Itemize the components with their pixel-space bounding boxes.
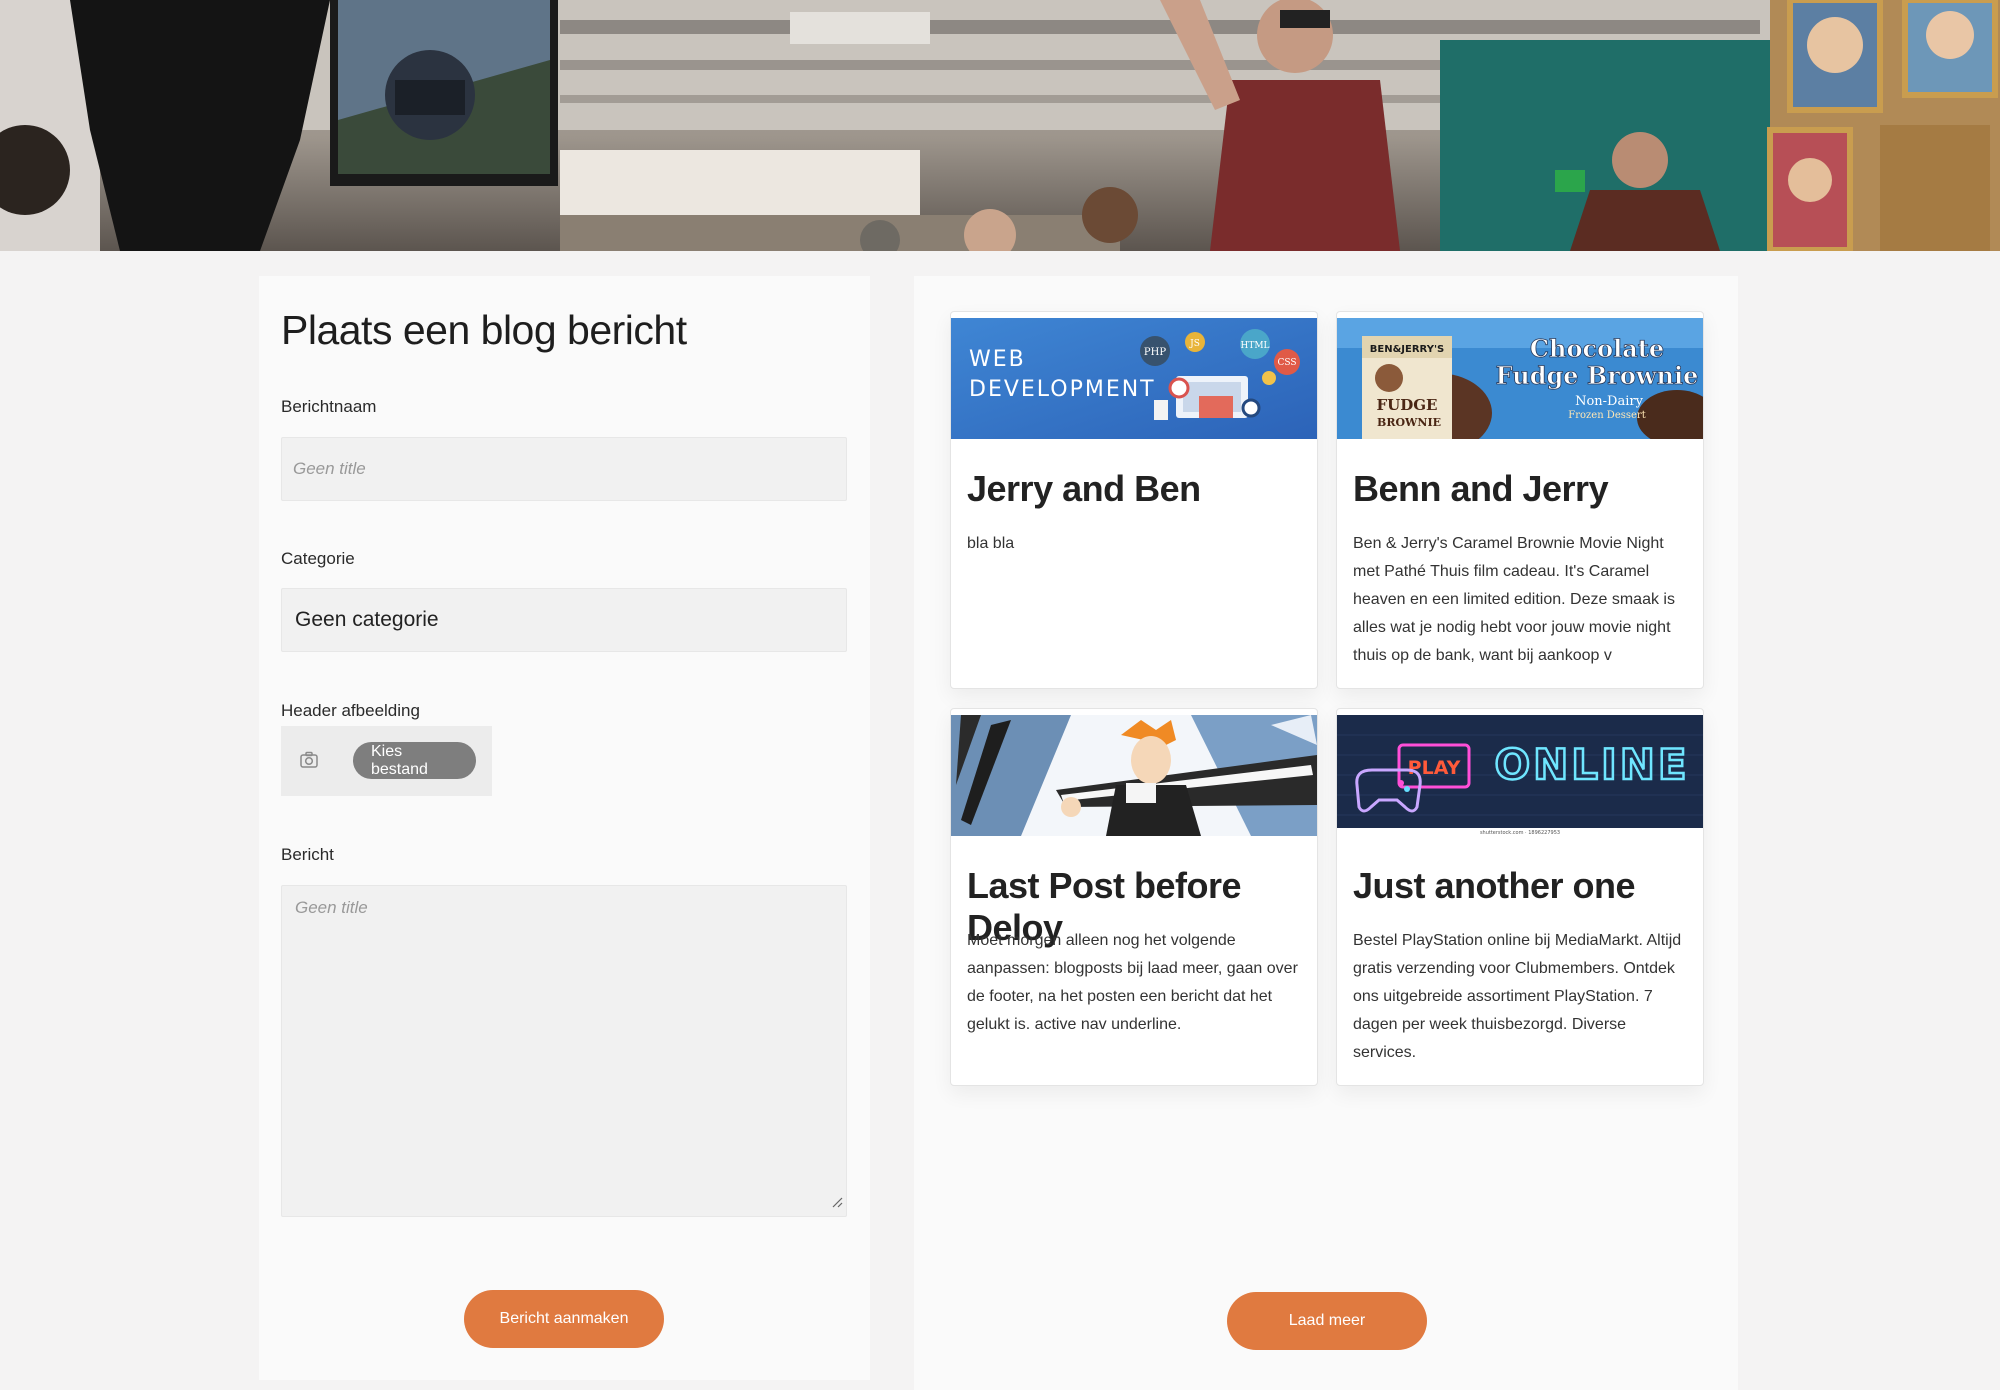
office-photo <box>0 0 2000 251</box>
svg-text:PLAY: PLAY <box>1408 757 1461 779</box>
chocolate-fudge-brownie-image: BEN&JERRY'S FUDGE BROWNIE Chocolate Fudg… <box>1337 318 1703 439</box>
image-text-development: DEVELOPMENT <box>969 377 1156 402</box>
svg-text:HTML: HTML <box>1240 341 1269 351</box>
message-textarea[interactable]: Geen title <box>281 885 847 1217</box>
resize-handle-icon[interactable] <box>831 1193 843 1213</box>
blog-card[interactable]: BEN&JERRY'S FUDGE BROWNIE Chocolate Fudg… <box>1336 311 1704 689</box>
svg-text:Frozen Dessert: Frozen Dessert <box>1568 410 1645 421</box>
svg-text:JS: JS <box>1189 339 1200 349</box>
category-label: Categorie <box>281 549 355 568</box>
svg-text:ONLINE: ONLINE <box>1494 740 1689 789</box>
post-title: Benn and Jerry <box>1353 468 1609 509</box>
post-name-input[interactable]: Geen title <box>281 437 847 501</box>
category-selected-value: Geen categorie <box>295 608 439 631</box>
blog-posts-panel: WEB DEVELOPMENT PHP JS HTML CSS Jerry an… <box>914 276 1738 1390</box>
svg-text:PHP: PHP <box>1144 347 1166 358</box>
post-name-placeholder: Geen title <box>293 459 366 478</box>
post-excerpt: Ben & Jerry's Caramel Brownie Movie Nigh… <box>1353 535 1675 664</box>
category-select[interactable]: Geen categorie <box>281 588 847 652</box>
svg-text:Chocolate: Chocolate <box>1530 334 1664 363</box>
post-excerpt: Bestel PlayStation online bij MediaMarkt… <box>1353 932 1682 1061</box>
hero-banner-image <box>0 0 2000 251</box>
post-title: Jerry and Ben <box>967 468 1201 509</box>
header-image-label: Header afbeelding <box>281 701 420 720</box>
post-title: Just another one <box>1353 865 1636 906</box>
svg-text:BEN&JERRY'S: BEN&JERRY'S <box>1370 344 1444 355</box>
svg-text:FUDGE: FUDGE <box>1377 396 1438 414</box>
camera-icon <box>299 750 319 775</box>
svg-text:Non-Dairy: Non-Dairy <box>1575 394 1644 409</box>
image-text-web: WEB <box>969 347 1026 372</box>
message-placeholder: Geen title <box>295 898 368 917</box>
blog-card[interactable]: WEB DEVELOPMENT PHP JS HTML CSS Jerry an… <box>950 311 1318 689</box>
create-post-panel: Plaats een blog bericht Berichtnaam Geen… <box>259 276 870 1380</box>
svg-text:CSS: CSS <box>1277 358 1296 368</box>
create-post-button[interactable]: Bericht aanmaken <box>464 1290 664 1348</box>
svg-text:shutterstock.com · 1896227953: shutterstock.com · 1896227953 <box>1480 830 1560 836</box>
post-excerpt: Moet morgen alleen nog het volgende aanp… <box>967 932 1298 1033</box>
file-input[interactable]: Kies bestand <box>281 726 492 796</box>
post-name-label: Berichtnaam <box>281 397 377 416</box>
web-development-image: WEB DEVELOPMENT PHP JS HTML CSS <box>951 318 1317 439</box>
load-more-button[interactable]: Laad meer <box>1227 1292 1427 1350</box>
blog-card[interactable]: Last Post before Deloy Moet morgen allee… <box>950 708 1318 1086</box>
anime-swordsman-image <box>951 715 1317 836</box>
choose-file-button[interactable]: Kies bestand <box>353 742 476 779</box>
message-label: Bericht <box>281 845 334 864</box>
post-excerpt: bla bla <box>967 535 1015 552</box>
svg-text:Fudge Brownie: Fudge Brownie <box>1496 361 1699 390</box>
blog-card[interactable]: PLAY ONLINE shutterstock.com · 189622795… <box>1336 708 1704 1086</box>
svg-text:BROWNIE: BROWNIE <box>1377 416 1441 429</box>
form-title: Plaats een blog bericht <box>281 307 687 353</box>
play-online-neon-image: PLAY ONLINE shutterstock.com · 189622795… <box>1337 715 1703 836</box>
